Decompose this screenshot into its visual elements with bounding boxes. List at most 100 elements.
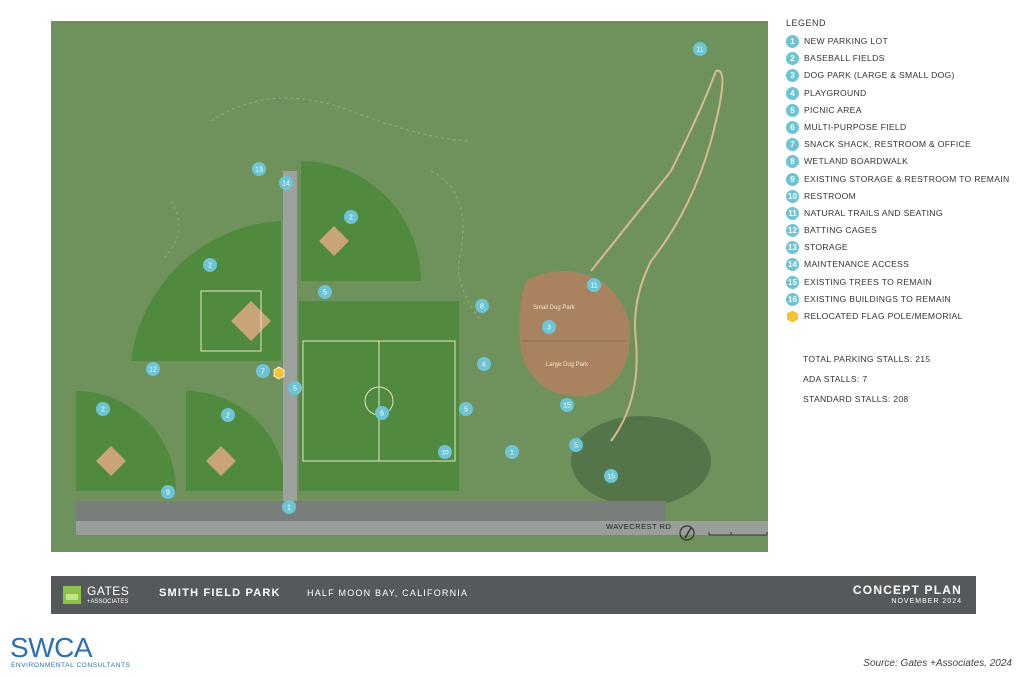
legend-badge: 16 bbox=[786, 292, 799, 306]
legend-badge: 8 bbox=[786, 155, 799, 169]
legend-badge: 6 bbox=[786, 120, 799, 134]
svg-text:1: 1 bbox=[287, 505, 291, 512]
legend-item-flag: RELOCATED FLAG POLE/MEMORIAL bbox=[786, 310, 1016, 324]
flag-pole-icon bbox=[786, 310, 799, 323]
road-label: WAVECREST RD bbox=[606, 522, 672, 531]
marker-7: 7 bbox=[256, 364, 270, 378]
legend-badge: 11 bbox=[786, 206, 799, 220]
legend-item: 8 WETLAND BOARDWALK bbox=[786, 155, 1016, 169]
svg-text:11: 11 bbox=[696, 47, 703, 54]
marker-10: 10 bbox=[438, 445, 452, 459]
legend-item: 16 EXISTING BUILDINGS TO REMAIN bbox=[786, 292, 1016, 307]
marker-8: 8 bbox=[475, 299, 489, 313]
legend-badge: 2 bbox=[786, 52, 799, 66]
legend-badge: 1 bbox=[786, 35, 799, 48]
legend-badge: 7 bbox=[786, 138, 799, 152]
legend-item: 2 BASEBALL FIELDS bbox=[786, 52, 1016, 66]
legend-item: 5 PICNIC AREA bbox=[786, 103, 1016, 118]
legend-item: 1 NEW PARKING LOT bbox=[786, 35, 1016, 49]
legend-badge: 13 bbox=[786, 241, 799, 255]
legend-badge: 9 bbox=[786, 172, 799, 186]
marker-9: 9 bbox=[161, 485, 175, 499]
svg-text:10: 10 bbox=[441, 450, 449, 457]
svg-text:3: 3 bbox=[547, 325, 551, 332]
project-location: HALF MOON BAY, CALIFORNIA bbox=[307, 588, 469, 598]
marker-5-north: 5 bbox=[318, 285, 332, 299]
legend-item: 7 SNACK SHACK, RESTROOM & OFFICE bbox=[786, 138, 1016, 152]
svg-text:12: 12 bbox=[149, 367, 157, 374]
swca-logo: SWCA bbox=[10, 632, 93, 663]
flag-pole-icon bbox=[273, 366, 285, 380]
legend-badge: 14 bbox=[786, 258, 799, 272]
legend-badge: 4 bbox=[786, 86, 799, 100]
marker-4: 4 bbox=[477, 357, 491, 371]
plan-title: CONCEPT PLAN bbox=[852, 583, 962, 597]
marker-15-north: 15 bbox=[560, 398, 574, 412]
svg-text:5: 5 bbox=[464, 407, 468, 414]
svg-text:14: 14 bbox=[282, 181, 290, 188]
marker-15-south: 15 bbox=[604, 469, 618, 483]
marker-1-south: 1 bbox=[282, 500, 296, 514]
legend-badge: 5 bbox=[786, 103, 799, 117]
site-plan-map: Small Dog Park Large Dog Park WAVECREST … bbox=[51, 21, 768, 552]
svg-text:8: 8 bbox=[480, 304, 484, 311]
legend: LEGEND 1 NEW PARKING LOT 2 BASEBALL FIELDS… bbox=[786, 18, 1016, 327]
svg-text:15: 15 bbox=[563, 403, 571, 410]
svg-text:6: 6 bbox=[380, 411, 384, 418]
marker-2-sw2: 2 bbox=[221, 408, 235, 422]
svg-text:2: 2 bbox=[349, 215, 353, 222]
marker-2-north: 2 bbox=[344, 210, 358, 224]
title-bar: GATES +ASSOCIATES SMITH FIELD PARK HALF … bbox=[51, 576, 976, 614]
marker-14: 14 bbox=[279, 176, 293, 190]
multi-purpose-field bbox=[299, 301, 459, 491]
marker-12: 12 bbox=[146, 362, 160, 376]
svg-text:5: 5 bbox=[574, 443, 578, 450]
legend-item: 9 EXISTING STORAGE & RESTROOM TO REMAIN bbox=[786, 172, 1016, 187]
legend-item: 15 EXISTING TREES TO REMAIN bbox=[786, 275, 1016, 290]
legend-title: LEGEND bbox=[786, 18, 827, 28]
svg-text:7: 7 bbox=[261, 369, 265, 376]
marker-11-north: 11 bbox=[693, 42, 707, 56]
legend-item: 6 MULTI-PURPOSE FIELD bbox=[786, 120, 1016, 135]
standard-stalls: STANDARD STALLS: 208 bbox=[803, 394, 909, 404]
plan-date: NOVEMBER 2024 bbox=[891, 598, 962, 605]
firm-name: GATES bbox=[87, 584, 130, 598]
legend-item: 12 BATTING CAGES bbox=[786, 224, 1016, 238]
svg-text:2: 2 bbox=[226, 413, 230, 420]
marker-5-center: 5 bbox=[288, 381, 302, 395]
legend-item: 11 NATURAL TRAILS AND SEATING bbox=[786, 206, 1016, 221]
marker-11-east: 11 bbox=[587, 278, 601, 292]
legend-badge: 10 bbox=[786, 189, 799, 203]
svg-text:11: 11 bbox=[590, 283, 597, 290]
total-parking-stalls: TOTAL PARKING STALLS: 215 bbox=[803, 354, 931, 364]
legend-item: 3 DOG PARK (LARGE & SMALL DOG) bbox=[786, 69, 1016, 83]
firm-sub: +ASSOCIATES bbox=[87, 599, 129, 605]
svg-text:15: 15 bbox=[607, 474, 615, 481]
svg-text:2: 2 bbox=[208, 263, 212, 270]
parking-stats: TOTAL PARKING STALLS: 215 ADA STALLS: 7 … bbox=[803, 354, 930, 414]
legend-badge: 3 bbox=[786, 69, 799, 83]
svg-text:1: 1 bbox=[510, 450, 514, 457]
legend-item: 4 PLAYGROUND bbox=[786, 86, 1016, 101]
legend-item: 13 STORAGE bbox=[786, 241, 1016, 255]
marker-5-east: 5 bbox=[569, 438, 583, 452]
small-dog-park-label: Small Dog Park bbox=[533, 305, 576, 311]
legend-badge: 15 bbox=[786, 275, 799, 289]
ada-stalls: ADA STALLS: 7 bbox=[803, 374, 868, 384]
svg-text:5: 5 bbox=[323, 290, 327, 297]
central-access-road bbox=[283, 171, 297, 501]
marker-2-west: 2 bbox=[203, 258, 217, 272]
legend-list: 1 NEW PARKING LOT 2 BASEBALL FIELDS 3 DOG P… bbox=[786, 35, 1016, 324]
marker-3: 3 bbox=[542, 320, 556, 334]
source-note: Source: Gates +Associates, 2024 bbox=[863, 658, 1012, 669]
marker-1-east: 1 bbox=[505, 445, 519, 459]
svg-text:13: 13 bbox=[255, 167, 263, 174]
project-name: SMITH FIELD PARK bbox=[159, 587, 281, 599]
marker-13: 13 bbox=[252, 162, 266, 176]
large-dog-park-label: Large Dog Park bbox=[546, 362, 589, 368]
marker-5-playground: 5 bbox=[459, 402, 473, 416]
legend-item: 10 RESTROOM bbox=[786, 189, 1016, 204]
existing-trees bbox=[571, 416, 711, 506]
swca-subtitle: ENVIRONMENTAL CONSULTANTS bbox=[11, 662, 131, 669]
legend-badge: 12 bbox=[786, 224, 799, 238]
